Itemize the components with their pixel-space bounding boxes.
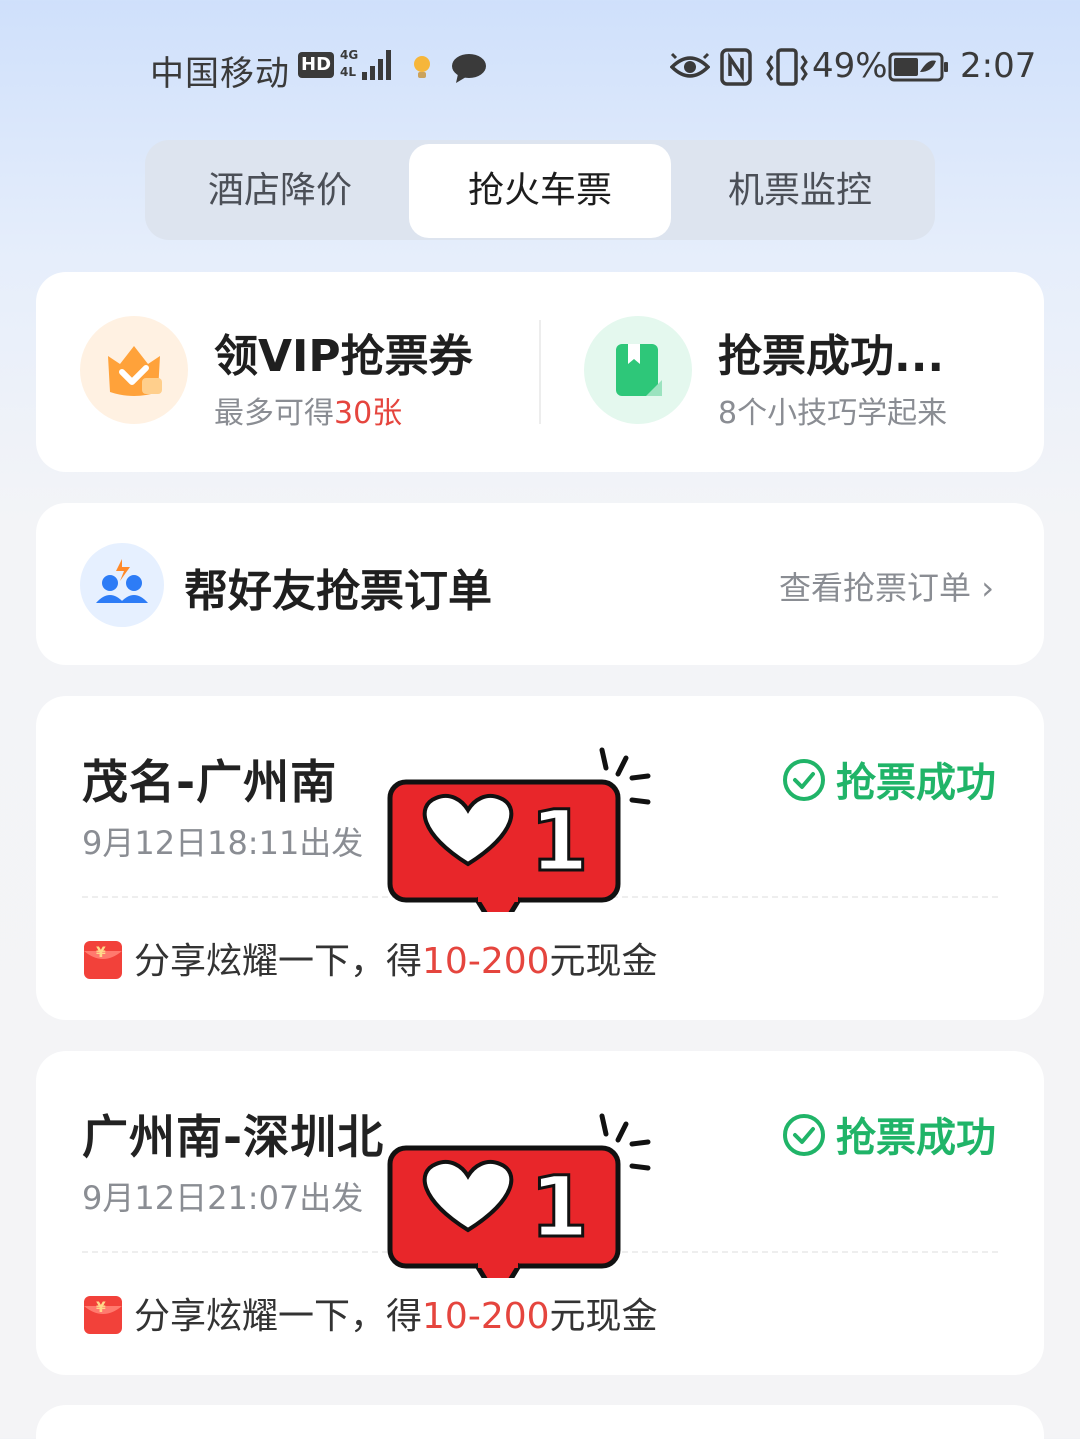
tips-subtitle: 8个小技巧学起来 [718,396,948,431]
share-suffix: 元现金 [549,941,658,982]
eye-icon [670,52,710,78]
friend-orders-title: 帮好友抢票订单 [184,566,492,617]
check-circle-icon [783,1114,825,1156]
view-orders-link[interactable]: 查看抢票订单 › [779,563,994,609]
share-suffix: 元现金 [549,1296,658,1337]
category-tabs: 酒店降价 抢火车票 机票监控 [145,140,935,240]
like-heart-sticker: 1 [387,1113,651,1278]
friend-orders-card[interactable]: 帮好友抢票订单 查看抢票订单 › [36,503,1044,665]
promo-divider [539,320,541,424]
order-card-partial[interactable] [36,1405,1044,1439]
promo-card: 领VIP抢票券 最多可得30张 抢票成功... 8个小技巧学起来 [36,272,1044,472]
vip-coupon-subtitle: 最多可得30张 [214,388,402,432]
tab-train-tickets[interactable]: 抢火车票 [409,144,671,238]
share-prefix: 分享炫耀一下，得 [134,1296,423,1337]
battery-percent: 49% [812,46,888,86]
vip-coupon-sub-prefix: 最多可得 [214,396,334,431]
share-cash-range: 10-200 [422,1296,550,1337]
tips-title[interactable]: 抢票成功... [718,320,944,384]
nfc-icon [720,48,752,86]
vip-coupon-icon[interactable] [80,316,188,424]
battery-icon [888,52,948,82]
friends-icon [80,543,164,627]
like-heart-sticker: 1 [387,747,651,912]
tab-flight-monitor[interactable]: 机票监控 [669,144,931,238]
svg-text:¥: ¥ [96,945,106,961]
share-prefix: 分享炫耀一下，得 [134,941,423,982]
share-cash-banner[interactable]: ¥ 分享炫耀一下，得10-200元现金 [82,1287,658,1339]
order-status: 抢票成功 [782,1105,996,1163]
svg-text:¥: ¥ [96,1300,106,1316]
tips-book-icon[interactable] [584,316,692,424]
order-route: 茂名-广州南 [82,755,338,809]
vip-coupon-title[interactable]: 领VIP抢票券 [214,320,473,384]
order-departure: 9月12日18:11出发 [82,824,364,862]
share-cash-banner[interactable]: ¥ 分享炫耀一下，得10-200元现金 [82,932,658,984]
order-route: 广州南-深圳北 [82,1110,385,1164]
tab-hotel-price-drop[interactable]: 酒店降价 [149,144,411,238]
svg-text:4G: 4G [340,48,358,62]
order-departure: 9月12日21:07出发 [82,1179,364,1217]
share-cash-range: 10-200 [422,941,550,982]
red-envelope-icon: ¥ [84,941,122,979]
order-status: 抢票成功 [782,750,996,808]
check-circle-icon [783,759,825,801]
like-count: 1 [530,1158,588,1256]
like-count: 1 [530,792,588,890]
signal-icon: 4G 4L [340,48,391,80]
red-envelope-icon: ¥ [84,1296,122,1334]
vibrate-icon [766,48,808,86]
bulb-icon [414,56,430,78]
carrier-label: 中国移动 [150,54,290,94]
hd-badge: HD [298,52,335,78]
vip-coupon-count: 30张 [334,396,403,431]
order-status-label: 抢票成功 [836,1115,996,1161]
order-status-label: 抢票成功 [836,760,996,806]
svg-text:4L: 4L [340,65,356,79]
clock: 2:07 [960,46,1037,86]
chat-icon [452,54,486,83]
status-bar: 中国移动 HD 4G 4L 49% 2:07 [0,40,1080,96]
